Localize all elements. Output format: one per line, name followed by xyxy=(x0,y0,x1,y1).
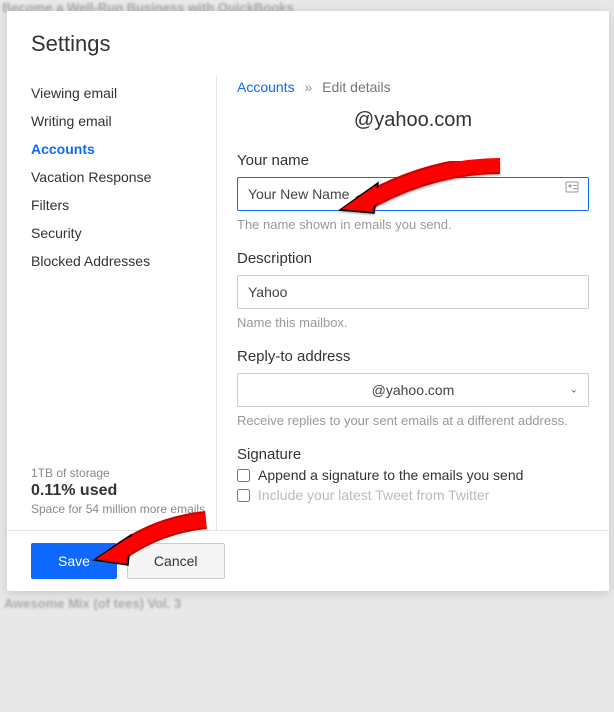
include-tweet-checkbox[interactable] xyxy=(237,489,250,502)
breadcrumb-current: Edit details xyxy=(322,79,390,95)
breadcrumb-separator-icon: » xyxy=(304,79,312,95)
settings-modal: Settings Viewing email Writing email Acc… xyxy=(7,11,609,591)
description-input[interactable] xyxy=(237,275,589,309)
sidebar-item-vacation-response[interactable]: Vacation Response xyxy=(31,163,216,191)
contact-card-icon[interactable] xyxy=(565,180,579,197)
modal-footer: Save Cancel xyxy=(7,530,609,591)
account-email-heading: @yahoo.com xyxy=(237,109,589,132)
save-button[interactable]: Save xyxy=(31,543,117,579)
main-panel: Accounts » Edit details @yahoo.com Your … xyxy=(217,75,609,530)
append-signature-row[interactable]: Append a signature to the emails you sen… xyxy=(237,467,589,483)
your-name-input[interactable] xyxy=(237,177,589,211)
reply-to-value: @yahoo.com xyxy=(372,382,455,398)
description-group: Description Name this mailbox. xyxy=(237,250,589,330)
cancel-button[interactable]: Cancel xyxy=(127,543,225,579)
storage-info: 1TB of storage 0.11% used Space for 54 m… xyxy=(7,466,216,530)
sidebar-item-filters[interactable]: Filters xyxy=(31,191,216,219)
modal-body: Viewing email Writing email Accounts Vac… xyxy=(7,75,609,530)
sidebar-item-accounts[interactable]: Accounts xyxy=(31,135,216,163)
append-signature-checkbox[interactable] xyxy=(237,469,250,482)
background-text-bottom: Awesome Mix (of tees) Vol. 3 xyxy=(4,596,181,611)
storage-hint: Space for 54 million more emails xyxy=(31,502,216,516)
reply-to-dropdown[interactable]: @yahoo.com ⌄ xyxy=(237,373,589,407)
sidebar-item-blocked-addresses[interactable]: Blocked Addresses xyxy=(31,247,216,275)
breadcrumb-accounts-link[interactable]: Accounts xyxy=(237,79,295,95)
storage-used: 0.11% used xyxy=(31,482,216,500)
chevron-down-icon: ⌄ xyxy=(570,385,578,396)
sidebar-item-security[interactable]: Security xyxy=(31,219,216,247)
sidebar-item-viewing-email[interactable]: Viewing email xyxy=(31,79,216,107)
description-help: Name this mailbox. xyxy=(237,315,589,330)
append-signature-text: Append a signature to the emails you sen… xyxy=(258,467,523,483)
description-label: Description xyxy=(237,250,589,267)
modal-title: Settings xyxy=(7,11,609,75)
reply-to-label: Reply-to address xyxy=(237,348,589,365)
sidebar: Viewing email Writing email Accounts Vac… xyxy=(7,75,217,530)
sidebar-item-writing-email[interactable]: Writing email xyxy=(31,107,216,135)
your-name-group: Your name The name shown in emails you s… xyxy=(237,152,589,232)
reply-to-group: Reply-to address @yahoo.com ⌄ Receive re… xyxy=(237,348,589,428)
your-name-label: Your name xyxy=(237,152,589,169)
breadcrumb: Accounts » Edit details xyxy=(237,79,589,95)
include-tweet-text: Include your latest Tweet from Twitter xyxy=(258,487,489,503)
include-tweet-row[interactable]: Include your latest Tweet from Twitter xyxy=(237,487,589,503)
sidebar-items: Viewing email Writing email Accounts Vac… xyxy=(7,75,216,466)
storage-capacity: 1TB of storage xyxy=(31,466,216,480)
signature-label: Signature xyxy=(237,446,589,463)
signature-group: Signature Append a signature to the emai… xyxy=(237,446,589,503)
your-name-help: The name shown in emails you send. xyxy=(237,217,589,232)
reply-to-help: Receive replies to your sent emails at a… xyxy=(237,413,589,428)
